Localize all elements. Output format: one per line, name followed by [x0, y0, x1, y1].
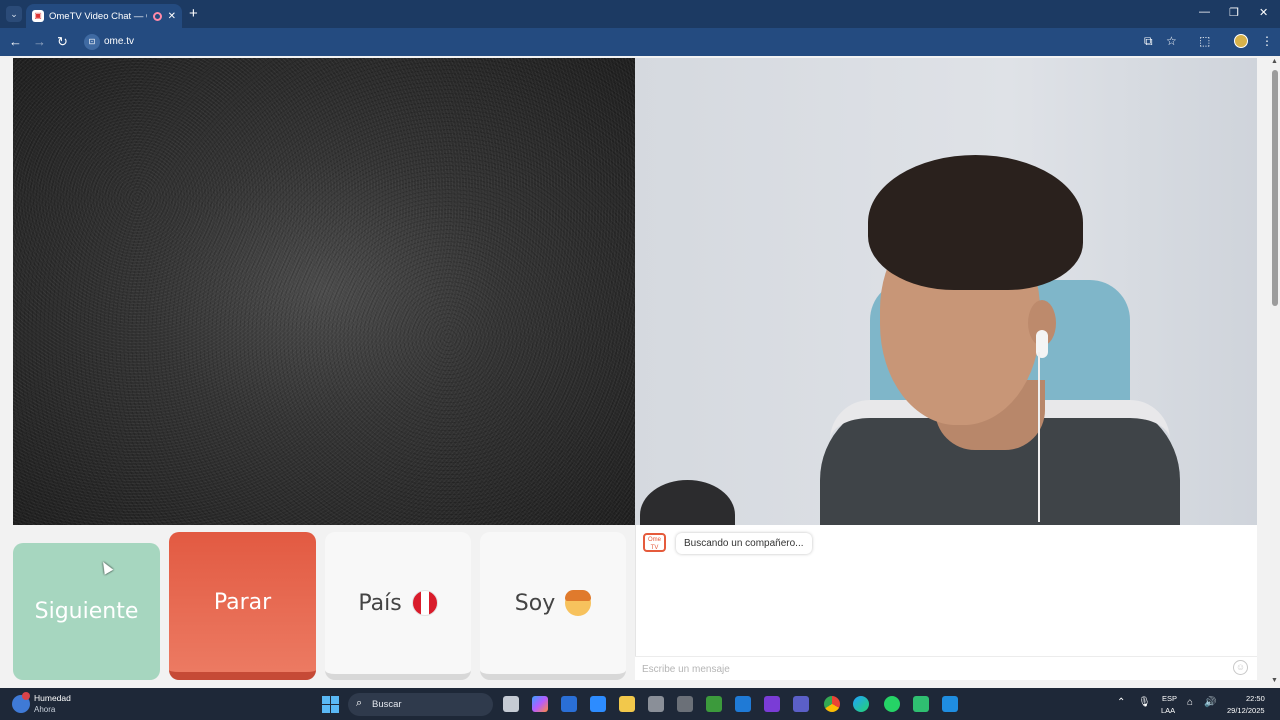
minimize-icon[interactable]: — [1199, 6, 1210, 18]
close-icon[interactable]: ✕ [168, 11, 176, 22]
profile-icon[interactable] [1234, 34, 1248, 48]
video-static-noise [13, 58, 635, 525]
maximize-icon[interactable]: ❐ [1229, 6, 1239, 19]
store-icon[interactable] [561, 696, 577, 712]
chat-message-input[interactable] [642, 661, 1222, 677]
edge-icon[interactable] [853, 696, 869, 712]
site-info-icon[interactable]: ⊡ [84, 34, 100, 50]
tab-search-icon[interactable]: ⌄ [6, 6, 22, 22]
reload-icon[interactable]: ↻ [57, 34, 68, 50]
network-icon[interactable]: ⌂ [1187, 697, 1193, 708]
search-icon: ⌕ [356, 697, 363, 709]
language-code[interactable]: ESP [1162, 694, 1177, 703]
chevron-up-icon[interactable]: ⌃ [1117, 697, 1125, 708]
scroll-up-icon[interactable]: ▲ [1271, 58, 1278, 65]
stop-button[interactable]: Parar [169, 532, 316, 680]
minecraft-icon[interactable] [706, 696, 722, 712]
boy-emoji-icon [565, 590, 592, 616]
copilot-icon[interactable] [532, 696, 548, 712]
ometv-favicon-icon: ▣ [32, 10, 44, 22]
back-icon[interactable]: ← [9, 34, 22, 49]
window-close-icon[interactable]: ✕ [1259, 6, 1268, 19]
taskbar-search-label: Buscar [372, 699, 402, 710]
vscode-icon[interactable] [735, 696, 751, 712]
forward-icon[interactable]: → [33, 34, 46, 49]
next-button[interactable]: Siguiente [13, 543, 160, 680]
partner-video [13, 58, 635, 525]
taskbar-search[interactable]: ⌕ Buscar [348, 693, 493, 716]
gender-button-label: Soy [514, 590, 556, 616]
scrollbar[interactable]: ▲ ▼ [1270, 56, 1280, 688]
weather-alert-badge [22, 692, 30, 700]
address-bar[interactable]: ⊡ ome.tv [80, 32, 1130, 52]
install-icon[interactable]: ⧉ [1144, 34, 1153, 49]
earbud-cable [1000, 352, 1040, 522]
clock-date[interactable]: 29/12/2025 [1227, 706, 1265, 715]
next-button-label: Siguiente [34, 599, 139, 624]
browser-tab[interactable]: ▣ OmeTV Video Chat — Ome ✕ [26, 4, 182, 28]
snipping-icon[interactable] [677, 696, 693, 712]
chrome-icon[interactable] [824, 696, 840, 712]
stop-button-label: Parar [213, 589, 272, 615]
chat-input-bar [635, 656, 1257, 680]
emoji-picker-icon[interactable]: ☺ [1233, 660, 1248, 675]
android-studio-icon[interactable] [913, 696, 929, 712]
weather-subtitle: Ahora [34, 705, 56, 714]
task-view-icon[interactable] [503, 696, 519, 712]
keyboard-layout[interactable]: LAA [1161, 706, 1175, 715]
person-hair [868, 155, 1083, 290]
chat-status-message: Buscando un compañero... [676, 533, 812, 554]
peru-flag-icon [411, 590, 438, 616]
app-icon[interactable] [648, 696, 664, 712]
intellij-icon[interactable] [764, 696, 780, 712]
windows-taskbar [0, 688, 1280, 720]
teams-icon[interactable] [793, 696, 809, 712]
ometv-logo-icon: Ome TV [643, 533, 666, 552]
star-icon[interactable]: ☆ [1166, 34, 1177, 48]
menu-icon[interactable]: ⋮ [1261, 34, 1273, 48]
scroll-thumb[interactable] [1272, 70, 1278, 306]
new-tab-icon[interactable]: + [189, 5, 198, 22]
weather-title[interactable]: Humedad [34, 693, 71, 703]
file-explorer-icon[interactable] [619, 696, 635, 712]
zoom-icon[interactable] [590, 696, 606, 712]
url-text[interactable]: ome.tv [104, 36, 134, 47]
extensions-icon[interactable]: ⬚ [1199, 34, 1210, 48]
tab-title: OmeTV Video Chat — Ome [49, 10, 147, 22]
windows-start-icon[interactable] [322, 696, 339, 713]
country-button[interactable]: País [325, 532, 471, 680]
recording-icon [152, 11, 162, 21]
clock-time[interactable]: 22:50 [1246, 694, 1265, 703]
app-icon-2[interactable] [942, 696, 958, 712]
volume-icon[interactable]: 🔊 [1204, 697, 1216, 708]
whatsapp-icon[interactable] [884, 696, 900, 712]
microphone-icon[interactable]: 🎙 [1138, 697, 1151, 708]
browser-toolbar: ← → ↻ ⊡ ome.tv ⧉ ☆ ⬚ ⋮ [0, 28, 1280, 56]
country-button-label: País [358, 590, 402, 616]
scroll-down-icon[interactable]: ▼ [1271, 677, 1278, 684]
gender-button[interactable]: Soy [480, 532, 626, 680]
